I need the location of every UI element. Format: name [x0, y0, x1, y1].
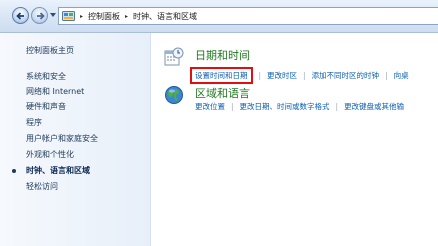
- task-divider: |: [385, 71, 388, 80]
- task-link-desktop-gadget[interactable]: 向桌: [394, 70, 409, 81]
- sidebar-item-home[interactable]: 控制面板主页: [26, 45, 74, 56]
- sidebar-item-hardware-sound[interactable]: 硬件和声音: [26, 101, 66, 112]
- task-link-change-keyboards[interactable]: 更改键盘或其他输: [344, 101, 404, 112]
- control-panel-icon: [62, 10, 75, 22]
- main-content: 日期和时间 设置时间和日期 | 更改时区 | 添加不同时区的时钟 | 向桌 区域…: [151, 33, 438, 246]
- task-row-date-time: 设置时间和日期 | 更改时区 | 添加不同时区的时钟 | 向桌: [190, 67, 409, 84]
- task-link-change-time-zone[interactable]: 更改时区: [267, 70, 297, 81]
- calendar-clock-icon[interactable]: [164, 47, 184, 69]
- category-title-region-language[interactable]: 区域和语言: [195, 85, 250, 101]
- back-button[interactable]: [12, 7, 29, 24]
- sidebar-item-appearance[interactable]: 外观和个性化: [26, 149, 74, 160]
- sidebar-item-clock-language-region[interactable]: 时钟、语言和区域: [26, 165, 90, 176]
- globe-icon[interactable]: [164, 85, 184, 107]
- recent-pages-dropdown-icon[interactable]: [50, 13, 56, 18]
- sidebar-item-ease-of-access[interactable]: 轻松访问: [26, 181, 58, 192]
- task-link-set-time-date[interactable]: 设置时间和日期: [195, 71, 248, 80]
- arrow-right-icon: [37, 12, 45, 20]
- address-field[interactable]: ▸ 控制面板 ▸ 时钟、语言和区域: [58, 7, 438, 25]
- task-divider: |: [303, 71, 306, 80]
- sidebar-item-user-accounts[interactable]: 用户帐户和家庭安全: [26, 133, 98, 144]
- task-row-region-language: 更改位置 | 更改日期、时间或数字格式 | 更改键盘或其他输: [195, 101, 404, 112]
- address-bar-area: ▸ 控制面板 ▸ 时钟、语言和区域: [0, 0, 438, 33]
- sidebar-item-programs[interactable]: 程序: [26, 117, 42, 128]
- sidebar-item-network-internet[interactable]: 网络和 Internet: [26, 86, 84, 97]
- breadcrumb-separator[interactable]: ▸: [80, 13, 83, 20]
- arrow-left-icon: [16, 12, 24, 20]
- task-link-change-location[interactable]: 更改位置: [195, 101, 225, 112]
- sidebar-item-system-security[interactable]: 系统和安全: [26, 71, 66, 82]
- highlight-box: 设置时间和日期: [190, 67, 253, 84]
- forward-button[interactable]: [31, 7, 48, 24]
- current-item-bullet: [12, 169, 16, 173]
- task-divider: |: [335, 102, 339, 111]
- task-link-add-clocks[interactable]: 添加不同时区的时钟: [312, 70, 380, 81]
- task-divider: |: [231, 102, 234, 111]
- breadcrumb-control-panel[interactable]: 控制面板: [88, 11, 120, 22]
- breadcrumb-clock-language-region[interactable]: 时钟、语言和区域: [133, 11, 197, 22]
- category-title-date-time[interactable]: 日期和时间: [195, 47, 250, 63]
- breadcrumb-separator[interactable]: ▸: [125, 13, 128, 20]
- task-link-change-formats[interactable]: 更改日期、时间或数字格式: [240, 101, 330, 112]
- task-divider: |: [258, 71, 262, 80]
- sidebar: 控制面板主页 系统和安全 网络和 Internet 硬件和声音 程序 用户帐户和…: [0, 33, 151, 246]
